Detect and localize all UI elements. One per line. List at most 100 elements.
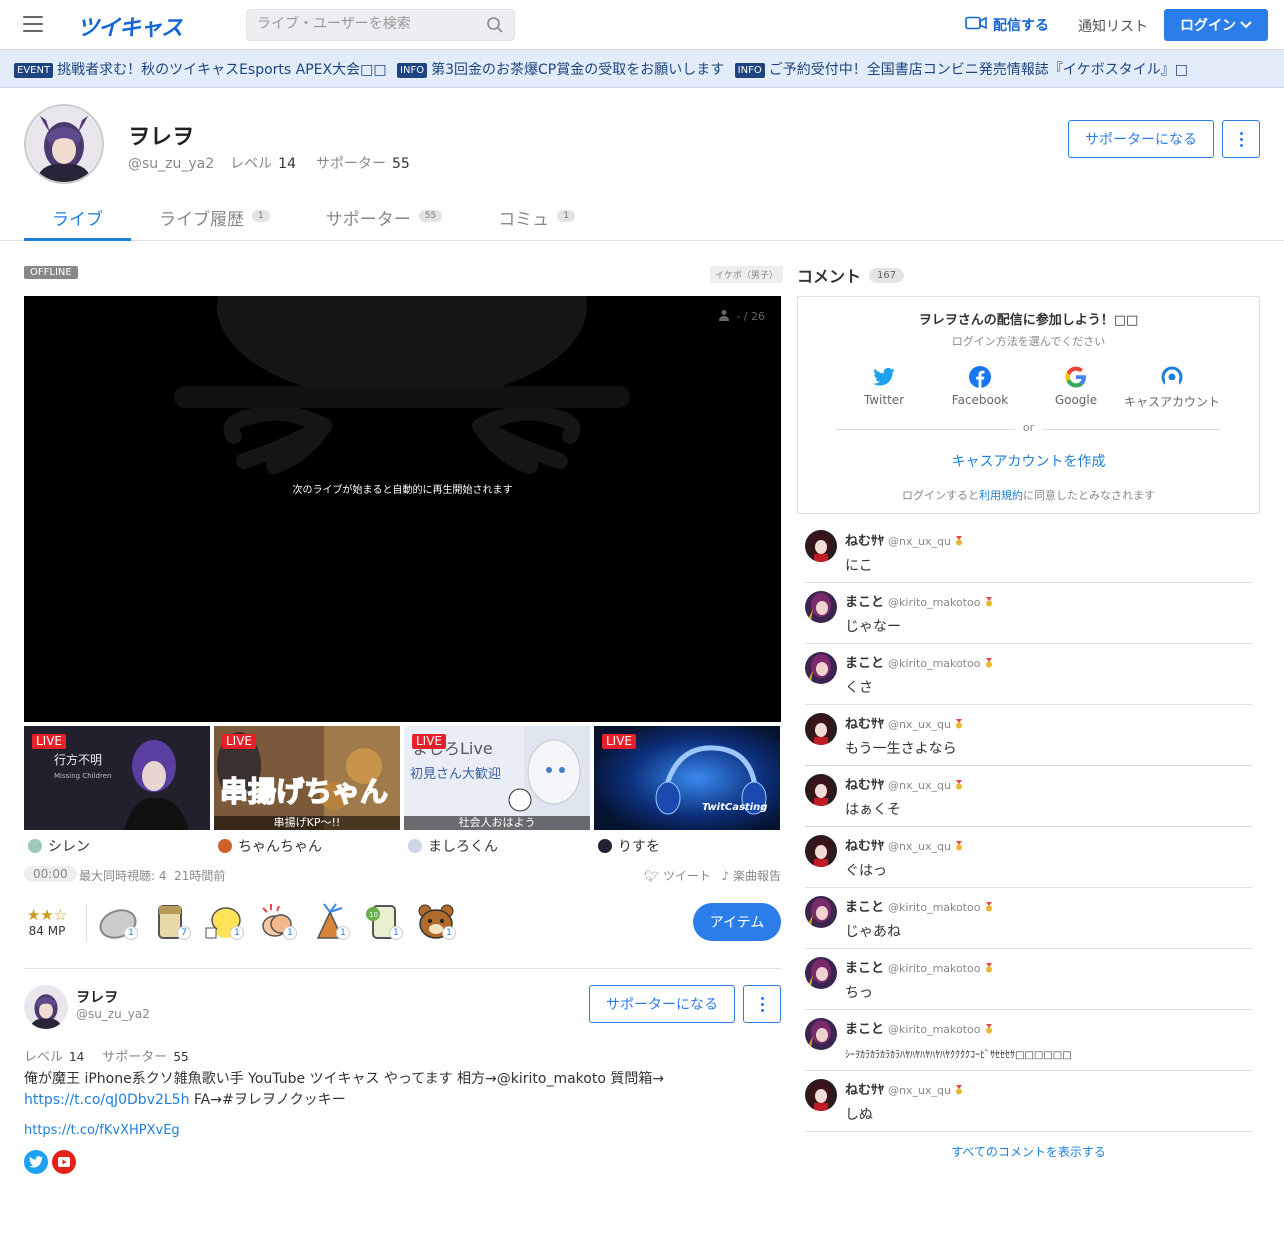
comment-author-name: ねむｻﾔ (845, 839, 885, 854)
gift-item-cracker[interactable]: 1 (310, 902, 350, 942)
login-google[interactable]: Google (1028, 365, 1124, 407)
terms-link[interactable]: 利用規約 (979, 489, 1023, 502)
comment-author[interactable]: ねむｻﾔ @nx_ux_qu (845, 713, 963, 732)
gift-item-bear[interactable]: 1 (416, 902, 456, 942)
comment-author[interactable]: まこと @kirito_makotoo (845, 652, 993, 671)
notification-list-link[interactable]: 通知リスト (1078, 16, 1148, 36)
avatar[interactable] (805, 835, 837, 867)
item-button[interactable]: アイテム (693, 903, 781, 941)
tab-community[interactable]: コミュ 1 (470, 201, 603, 241)
live-thumb[interactable]: 串揚げちゃん 串揚げKP〜!! LIVE ちゃんちゃん (214, 726, 400, 858)
video-player[interactable]: - / 26 次のライブが始まると自動的に再生開始されます (24, 296, 781, 722)
comment-text: くさ (845, 680, 873, 696)
login-prompt-sub: ログイン方法を選んでください (951, 335, 1106, 348)
login-facebook[interactable]: Facebook (932, 365, 1028, 407)
about-name: ヲレヲ (76, 990, 118, 1006)
comments-count: 167 (869, 267, 905, 283)
gift-item-coin[interactable]: 1 (98, 902, 138, 942)
more-options-button[interactable] (1222, 120, 1260, 158)
search-icon[interactable] (486, 16, 504, 38)
broadcast-meta: 00:00 最大同時視聴: 4 21時間前 🐦︎ ツイート ♪ 楽曲報告 (24, 866, 781, 884)
svg-text:TwitCasting: TwitCasting (702, 802, 767, 813)
avatar[interactable] (805, 713, 837, 745)
ticker-item[interactable]: 挑戦者求む！秋のツイキャスEsports APEX大会□□ (57, 62, 387, 78)
comment-author-name: ねむｻﾔ (845, 1083, 885, 1098)
category-badge[interactable]: イケボ（男子） (710, 266, 784, 283)
comment-author[interactable]: ねむｻﾔ @nx_ux_qu (845, 835, 963, 854)
supporter-medal-icon (985, 657, 993, 668)
level-label: レベル (230, 156, 273, 172)
gift-item-tea[interactable]: 7 (151, 902, 191, 942)
comment-author[interactable]: ねむｻﾔ @nx_ux_qu (845, 1079, 963, 1098)
avatar[interactable] (24, 985, 68, 1029)
terms-pre: ログインすると (902, 489, 979, 502)
terms-note: ログインすると利用規約に同意したとみなされます (798, 487, 1259, 503)
more-options-button[interactable] (743, 985, 781, 1023)
gift-item-tea-10[interactable]: 10 1 (363, 902, 403, 942)
youtube-icon[interactable] (52, 1150, 76, 1174)
comment-text: ぐはっ (845, 863, 887, 879)
tab-live-history[interactable]: ライブ履歴 1 (131, 201, 298, 241)
comment-item: ねむｻﾔ @nx_ux_qu しぬ (805, 1071, 1252, 1132)
gift-count: 1 (124, 926, 138, 940)
avatar[interactable] (805, 896, 837, 928)
show-all-comments-link[interactable]: すべてのコメントを表示する (797, 1143, 1260, 1160)
supporter-medal-icon (955, 1084, 963, 1095)
tab-supporters[interactable]: サポーター 55 (298, 201, 470, 241)
tab-label: ライブ (52, 210, 103, 230)
thumb-user-name: シレン (48, 839, 90, 855)
news-ticker: EVENT 挑戦者求む！秋のツイキャスEsports APEX大会□□ INFO 第… (0, 50, 1284, 88)
avatar[interactable] (805, 957, 837, 989)
avatar[interactable] (805, 591, 837, 623)
avatar[interactable] (805, 774, 837, 806)
comment-author-name: ねむｻﾔ (845, 717, 885, 732)
comment-author[interactable]: ねむｻﾔ @nx_ux_qu (845, 530, 963, 549)
live-thumb[interactable]: TwitCasting LIVE りすを (594, 726, 780, 858)
login-twitter[interactable]: Twitter (836, 365, 932, 407)
gift-item-clap[interactable]: 1 (257, 902, 297, 942)
provider-label: Google (1054, 393, 1098, 407)
thumb-user-name: りすを (618, 839, 660, 855)
ticker-tag: INFO (734, 63, 765, 78)
music-report-link[interactable]: ♪ 楽曲報告 (721, 867, 781, 884)
avatar[interactable] (805, 1079, 837, 1111)
terms-post: に同意したとみなされます (1023, 489, 1155, 502)
comment-author-id: @kirito_makotoo (888, 657, 981, 670)
broadcast-link[interactable]: 配信する (965, 15, 1049, 35)
menu-icon[interactable] (23, 16, 43, 32)
avatar[interactable] (805, 530, 837, 562)
create-account-link[interactable]: キャスアカウントを作成 (798, 451, 1259, 471)
ticker-item[interactable]: 第3回金のお茶爆CP賞金の受取をお願いします (431, 62, 724, 78)
search-input[interactable] (257, 16, 477, 32)
live-badge: LIVE (222, 734, 257, 749)
tab-live[interactable]: ライブ (24, 201, 131, 241)
svg-text:Missing Children: Missing Children (54, 772, 111, 780)
avatar[interactable] (24, 104, 104, 184)
comment-author[interactable]: まこと @kirito_makotoo (845, 896, 993, 915)
live-thumb[interactable]: 行方不明 Missing Children LIVE シレン (24, 726, 210, 858)
tweet-link[interactable]: 🐦︎ ツイート (644, 867, 711, 884)
site-logo[interactable]: ツイキャス (77, 10, 183, 42)
comment-author[interactable]: まこと @kirito_makotoo (845, 957, 993, 976)
live-thumb[interactable]: ましろLive 初見さん大歓迎 社会人おはよう LIVE ましろくん (404, 726, 590, 858)
gift-item-chick[interactable]: 1 (204, 902, 244, 942)
about-stats: レベル 14 サポーター 55 (24, 1046, 207, 1065)
login-button[interactable]: ログイン (1164, 9, 1268, 41)
become-supporter-button[interactable]: サポーターになる (1068, 120, 1214, 158)
comment-author-id: @nx_ux_qu (888, 718, 951, 731)
supporter-label: サポーター (102, 1050, 168, 1065)
avatar[interactable] (805, 1018, 837, 1050)
twitter-icon[interactable] (24, 1150, 48, 1174)
comment-author-name: まこと (845, 1022, 885, 1037)
bio-link[interactable]: https://t.co/qJ0Dbv2L5h (24, 1092, 189, 1108)
comment-author[interactable]: まこと @kirito_makotoo (845, 1018, 993, 1037)
comment-author[interactable]: ねむｻﾔ @nx_ux_qu (845, 774, 963, 793)
profile-url-link[interactable]: https://t.co/fKvXHPXvEg (24, 1123, 180, 1138)
become-supporter-button[interactable]: サポーターになる (589, 985, 735, 1023)
ticker-item[interactable]: ご予約受付中！全国書店コンビニ発売情報誌『イケボスタイル』□ (769, 62, 1188, 78)
login-cas-account[interactable]: キャスアカウント (1124, 365, 1220, 410)
comment-text: はぁくそ (845, 802, 901, 818)
comment-author[interactable]: まこと @kirito_makotoo (845, 591, 993, 610)
music-report-label: 楽曲報告 (732, 869, 781, 883)
avatar[interactable] (805, 652, 837, 684)
